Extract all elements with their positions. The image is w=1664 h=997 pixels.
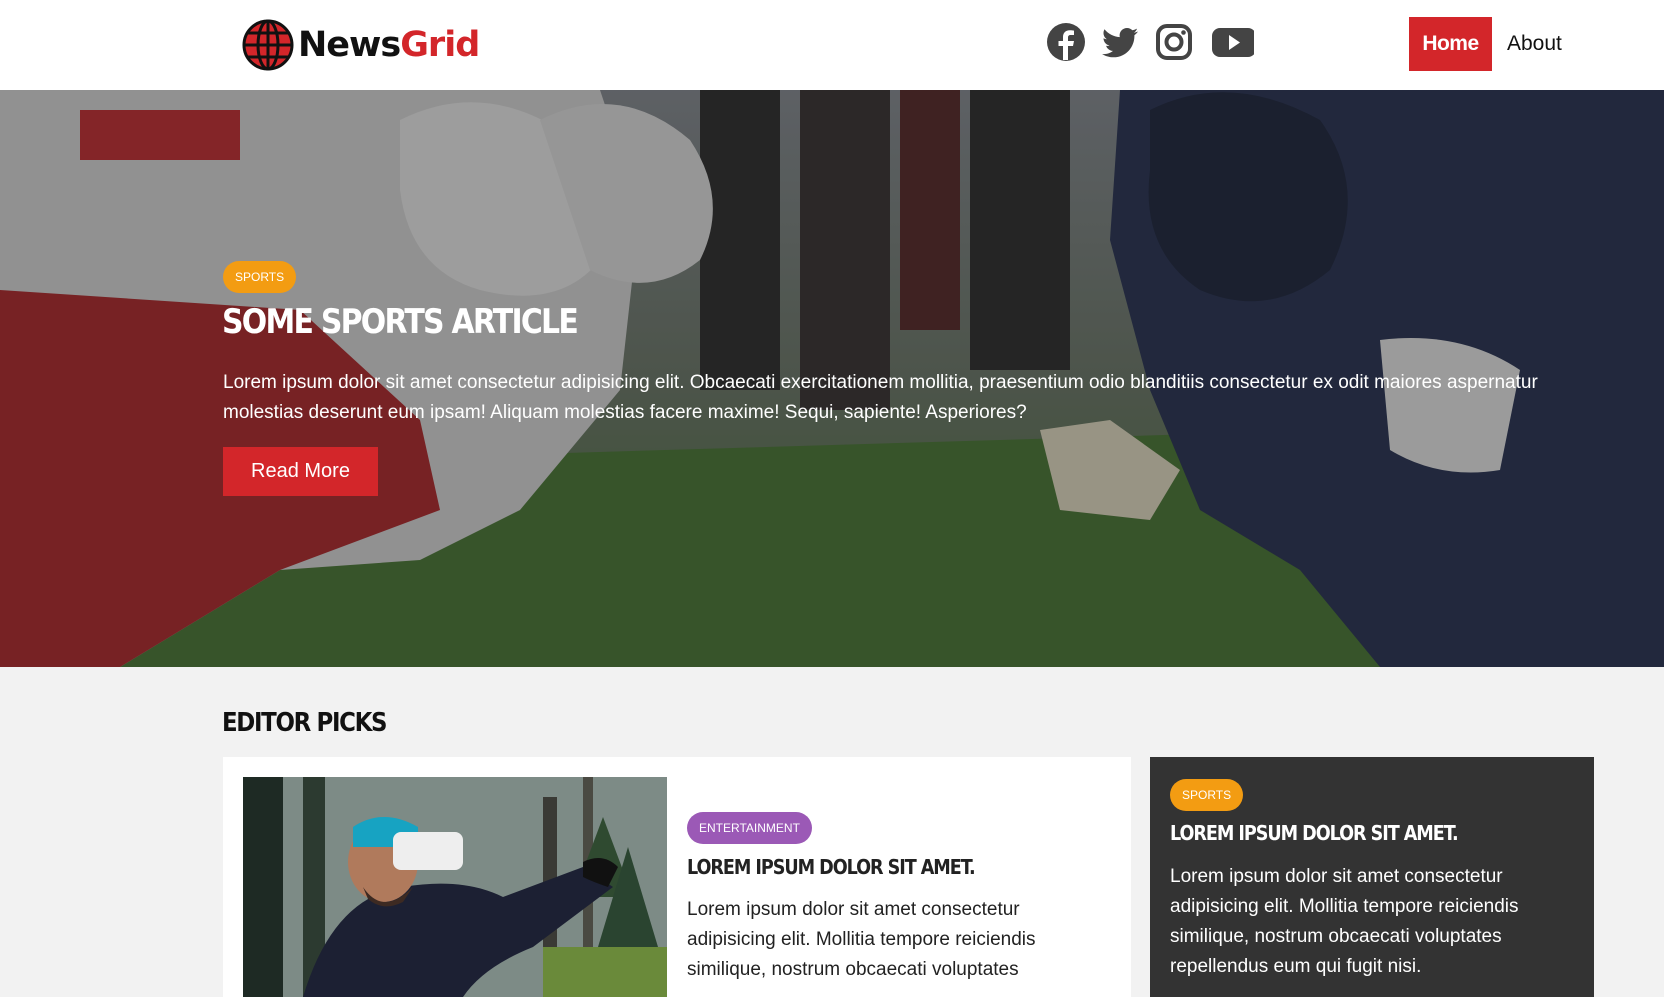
main-nav: Home About bbox=[1409, 17, 1562, 71]
social-links bbox=[1046, 22, 1254, 62]
hero-section: SPORTS Some Sports Article Lorem ipsum d… bbox=[0, 90, 1664, 667]
nav-about-link[interactable]: About bbox=[1507, 17, 1562, 71]
card-image-vr bbox=[243, 777, 667, 997]
twitter-icon[interactable] bbox=[1100, 22, 1140, 62]
facebook-icon[interactable] bbox=[1046, 22, 1086, 62]
read-more-button[interactable]: Read More bbox=[223, 447, 378, 496]
instagram-icon[interactable] bbox=[1154, 22, 1194, 62]
hero-title: Some Sports Article bbox=[222, 302, 579, 342]
side-card-title[interactable]: Lorem ipsum dolor sit amet. bbox=[1170, 821, 1459, 845]
card-description: Lorem ipsum dolor sit amet consectetur a… bbox=[687, 899, 1036, 980]
site-header: NewsGrid Home About bbox=[0, 0, 1664, 90]
editor-pick-card-side[interactable]: SPORTS Lorem ipsum dolor sit amet. Lorem… bbox=[1150, 757, 1594, 997]
hero-description: Lorem ipsum dolor sit amet consectetur a… bbox=[223, 372, 1538, 423]
logo[interactable]: NewsGrid bbox=[242, 17, 480, 73]
logo-text-grid: Grid bbox=[400, 25, 480, 65]
hero-category-badge[interactable]: SPORTS bbox=[223, 261, 297, 293]
logo-text-news: News bbox=[298, 25, 401, 65]
card-title[interactable]: Lorem ipsum dolor sit amet. bbox=[687, 855, 976, 879]
editor-pick-card-main[interactable]: ENTERTAINMENT Lorem ipsum dolor sit amet… bbox=[223, 757, 1131, 997]
card-category-badge[interactable]: ENTERTAINMENT bbox=[687, 812, 812, 844]
side-card-category-badge[interactable]: SPORTS bbox=[1170, 779, 1244, 811]
nav-home-link[interactable]: Home bbox=[1409, 17, 1492, 71]
globe-icon bbox=[242, 19, 294, 71]
youtube-icon[interactable] bbox=[1208, 22, 1254, 62]
side-card-description: Lorem ipsum dolor sit amet consectetur a… bbox=[1170, 866, 1519, 977]
editor-picks-heading: Editor Picks bbox=[222, 708, 388, 738]
